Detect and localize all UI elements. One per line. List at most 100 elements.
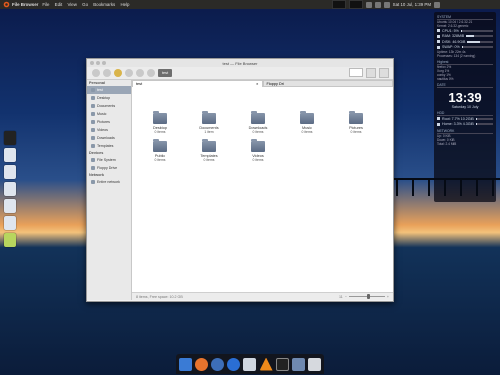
up-button[interactable] [114, 69, 122, 77]
path-button[interactable]: test [158, 69, 173, 77]
file-item[interactable]: Music 0 items [287, 111, 327, 134]
firefox-icon[interactable] [195, 357, 209, 371]
files-icon[interactable] [179, 357, 193, 371]
search-input[interactable] [349, 68, 363, 77]
menu-view[interactable]: View [67, 2, 76, 7]
folder-icon [91, 144, 95, 148]
back-button[interactable] [92, 69, 100, 77]
sidebar-item-label: Videos [97, 128, 108, 132]
folder-icon [91, 104, 95, 108]
sidebar-item-file-system[interactable]: File System [87, 156, 131, 164]
document-icon[interactable] [4, 165, 16, 179]
sidebar-item-entire-network[interactable]: Entire network [87, 178, 131, 186]
document-icon[interactable] [4, 199, 16, 213]
mail-icon[interactable] [365, 1, 372, 8]
forward-button[interactable] [103, 69, 111, 77]
sidebar-item-label: test [97, 88, 103, 92]
view-list-button[interactable] [379, 68, 389, 78]
sidebar-item-templates[interactable]: Templates [87, 142, 131, 150]
folder-icon [153, 111, 167, 124]
folder-icon [91, 120, 95, 124]
sidebar-item-downloads[interactable]: Downloads [87, 134, 131, 142]
view-icons-button[interactable] [366, 68, 376, 78]
zoom-slider[interactable] [348, 294, 385, 299]
menu-file[interactable]: File [42, 2, 49, 7]
document-icon[interactable] [4, 182, 16, 196]
document-icon[interactable] [4, 216, 16, 230]
ubuntu-logo-icon[interactable] [2, 1, 10, 9]
sidebar-item-test[interactable]: test [87, 86, 131, 94]
maximize-window-button[interactable] [102, 61, 106, 65]
menu-help[interactable]: Help [120, 2, 129, 7]
menu-edit[interactable]: Edit [55, 2, 63, 7]
folder-icon [202, 139, 216, 152]
active-app-name: File Browser [12, 2, 39, 7]
file-item[interactable]: Templates 0 items [189, 139, 229, 162]
file-item[interactable]: Videos 0 items [238, 139, 278, 162]
zoom-out-icon[interactable]: − [345, 295, 347, 299]
folder-icon [202, 111, 216, 124]
pier-post [428, 178, 430, 196]
file-item[interactable]: Downloads 0 items [238, 111, 278, 134]
search-icon[interactable] [136, 69, 144, 77]
file-item[interactable]: Documents 1 item [189, 111, 229, 134]
power-icon[interactable] [434, 1, 440, 8]
sidebar-item-label: Floppy Drive [97, 166, 118, 170]
folder-icon [349, 111, 363, 124]
workspace-indicator-1[interactable] [331, 0, 346, 9]
folder-icon[interactable] [291, 357, 305, 371]
sidebar-item-desktop[interactable]: Desktop [87, 94, 131, 102]
folder-icon [153, 139, 167, 152]
minimize-window-button[interactable] [96, 61, 100, 65]
tab-floppy[interactable]: Floppy Dri [262, 80, 393, 87]
window-titlebar[interactable]: test — File Browser [87, 59, 393, 67]
status-text: 8 items, Free space: 10.2 GB [136, 294, 183, 299]
bottom-dock [176, 354, 324, 374]
sidebar-item-label: Desktop [97, 96, 111, 100]
file-count: 0 items [252, 158, 264, 162]
monitor-icon[interactable] [4, 131, 16, 145]
network-icon[interactable] [374, 1, 381, 8]
tab-label: Floppy Dri [266, 81, 284, 86]
menu-bookmarks[interactable]: Bookmarks [93, 2, 115, 7]
sidebar-item-videos[interactable]: Videos [87, 126, 131, 134]
file-item[interactable]: Pictures 0 items [336, 111, 376, 134]
meter-icon [437, 117, 440, 121]
zoom-in-icon[interactable]: + [387, 295, 389, 299]
sidebar-item-documents[interactable]: Documents [87, 102, 131, 110]
conky-monitor: SYSTEM Ubuntu 10.04 / 2.6.32-21 Kernel: … [434, 12, 496, 202]
deluge-icon[interactable] [227, 357, 241, 371]
status-bar: 8 items, Free space: 10.2 GB 11 − + [132, 292, 393, 300]
trash-icon[interactable] [307, 357, 321, 371]
app-menu: File Edit View Go Bookmarks Help [42, 2, 133, 7]
terminal-icon[interactable] [275, 357, 289, 371]
path-button-label: test [162, 71, 169, 75]
close-tab-icon[interactable]: ✕ [256, 82, 259, 86]
thunderbird-icon[interactable] [211, 357, 225, 371]
system-tray: Sat 10 Jul, 1:39 PM [331, 0, 440, 9]
tab-test[interactable]: test ✕ [132, 80, 263, 87]
volume-icon[interactable] [383, 1, 390, 8]
file-count: 0 items [301, 130, 313, 134]
close-window-button[interactable] [90, 61, 94, 65]
trash-icon[interactable] [4, 233, 16, 247]
pier-post [492, 178, 494, 196]
sidebar-item-floppy-drive[interactable]: Floppy Drive [87, 164, 131, 172]
hdd-label: Home: 3.3% 4.3GiB [442, 122, 474, 127]
reload-button[interactable] [125, 69, 133, 77]
home-folder-icon[interactable] [4, 148, 16, 162]
workspace-indicator-2[interactable] [348, 0, 363, 9]
clock[interactable]: Sat 10 Jul, 1:39 PM [393, 2, 431, 7]
file-item[interactable]: Desktop 0 items [140, 111, 180, 134]
sidebar-item-pictures[interactable]: Pictures [87, 118, 131, 126]
file-item[interactable]: Public 0 items [140, 139, 180, 162]
vlc-icon[interactable] [259, 357, 273, 371]
cpu-bar [460, 29, 493, 32]
menu-go[interactable]: Go [82, 2, 88, 7]
conky-time-header: DATE [437, 83, 493, 88]
pidgin-icon[interactable] [243, 357, 257, 371]
conky-top-row: nautilus 0% [437, 77, 454, 81]
conky-net-row: Total: 2.4 MiB [437, 142, 457, 146]
edit-path-icon[interactable] [147, 69, 155, 77]
sidebar-item-music[interactable]: Music [87, 110, 131, 118]
